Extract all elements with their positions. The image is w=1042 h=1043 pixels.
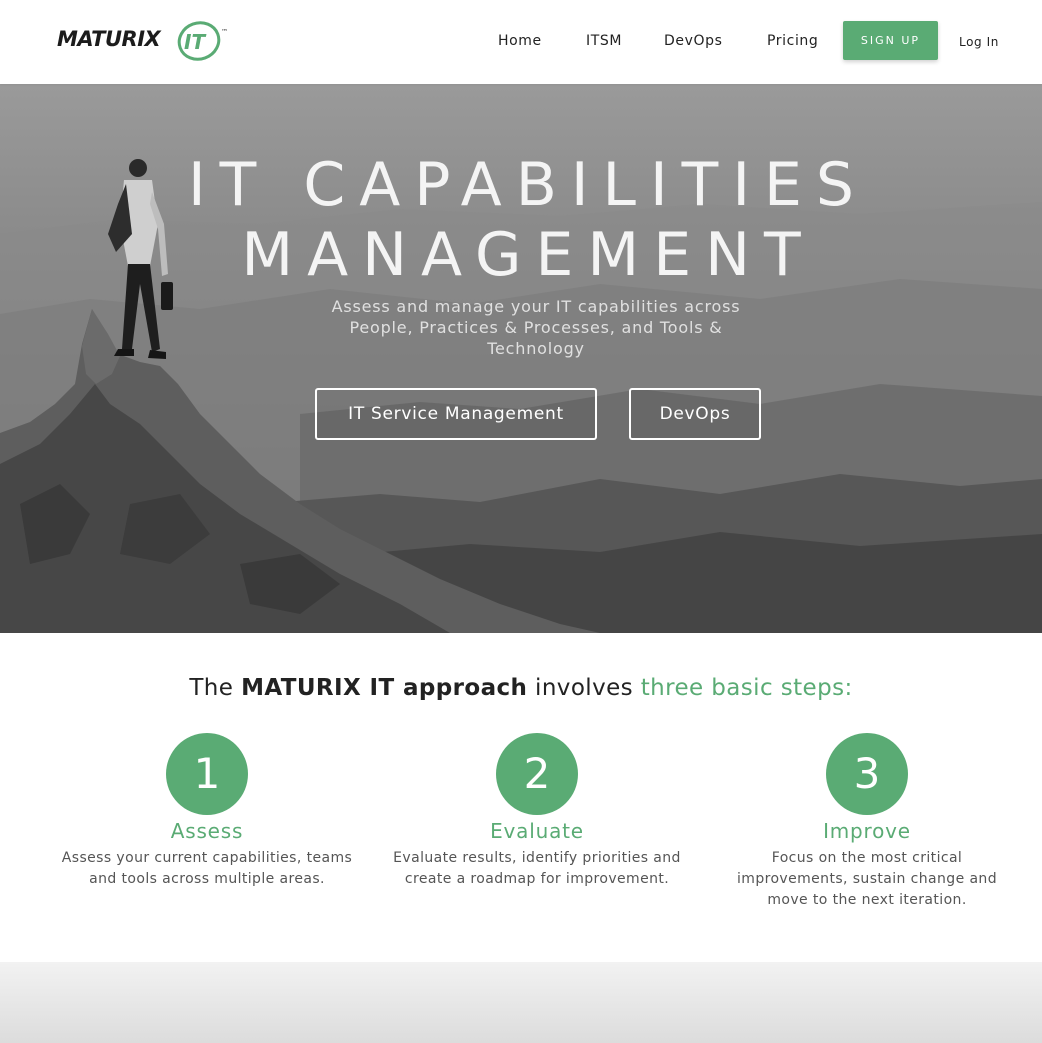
logo-it-emblem: IT (177, 21, 221, 61)
hero-title-line1: IT CAPABILITIES (187, 150, 869, 220)
steps-heading-pre: The (189, 675, 242, 701)
step-number-badge: 1 (166, 733, 248, 815)
step-title: Evaluate (490, 819, 584, 843)
login-link[interactable]: Log In (959, 35, 999, 49)
nav-itsm[interactable]: ITSM (586, 33, 622, 49)
nav-devops[interactable]: DevOps (664, 33, 722, 49)
logo-trademark: ™ (221, 28, 228, 36)
steps-heading-brand: MATURIX IT approach (241, 675, 528, 701)
maturix-logo[interactable]: MATURIX IT ™ (57, 16, 237, 68)
logo-wordmark: MATURIX (57, 27, 161, 51)
step-description: Focus on the most critical improvements,… (737, 850, 997, 908)
step-assess: 1 Assess Assess your current capabilitie… (42, 733, 372, 890)
step-number-badge: 3 (826, 733, 908, 815)
hero-section: IT CAPABILITIES MANAGEMENT Assess and ma… (0, 84, 1042, 633)
hero-title-line2: MANAGEMENT (241, 220, 815, 290)
devops-button[interactable]: DevOps (629, 388, 761, 440)
steps-heading-highlight: three basic steps: (640, 675, 853, 701)
step-improve: 3 Improve Focus on the most critical imp… (702, 733, 1032, 911)
hero-subtitle: Assess and manage your IT capabilities a… (331, 297, 741, 358)
signup-button[interactable]: SIGN UP (843, 21, 938, 60)
step-description: Assess your current capabilities, teams … (61, 850, 353, 887)
step-title: Assess (170, 819, 244, 843)
steps-heading: The MATURIX IT approach involves three b… (0, 675, 1042, 701)
step-evaluate: 2 Evaluate Evaluate results, identify pr… (372, 733, 702, 890)
site-header: MATURIX IT ™ Home ITSM DevOps Pricing SI… (0, 0, 1042, 84)
step-title: Improve (823, 819, 911, 843)
step-description: Evaluate results, identify priorities an… (393, 850, 681, 887)
next-section-band (0, 962, 1042, 1043)
logo-it-text: IT (184, 30, 206, 54)
steps-heading-mid: involves (527, 675, 641, 701)
step-number-badge: 2 (496, 733, 578, 815)
itsm-button[interactable]: IT Service Management (315, 388, 597, 440)
nav-home[interactable]: Home (498, 33, 542, 49)
nav-pricing[interactable]: Pricing (767, 33, 818, 49)
